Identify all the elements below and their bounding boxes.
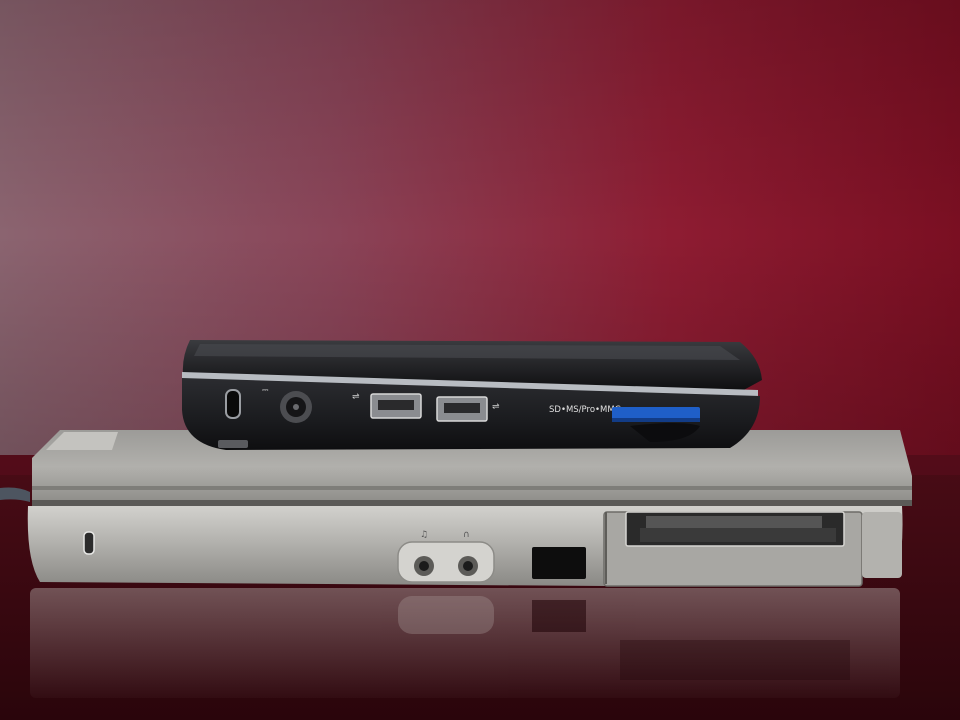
photo-canvas: ♫ ∩ ⎓ ⇌ ⇌ SD•MS/Pro•MMC xyxy=(0,0,960,720)
netbook-lock-slot xyxy=(225,389,241,419)
photo-scene: ♫ ∩ ⎓ ⇌ ⇌ SD•MS/Pro•MMC xyxy=(0,0,960,720)
lock-slot xyxy=(83,531,95,555)
dc-in-icon: ⎓ xyxy=(262,385,269,394)
usb-icon-left: ⇌ xyxy=(352,392,360,402)
headphone-icon: ∩ xyxy=(463,530,470,540)
audio-panel xyxy=(397,541,495,583)
laptop-reflection xyxy=(30,588,900,698)
mic-icon: ♫ xyxy=(420,530,428,540)
card-reader-label: SD•MS/Pro•MMC xyxy=(549,405,621,415)
usb-icon-right: ⇌ xyxy=(492,402,500,412)
infrared-window xyxy=(532,547,586,579)
